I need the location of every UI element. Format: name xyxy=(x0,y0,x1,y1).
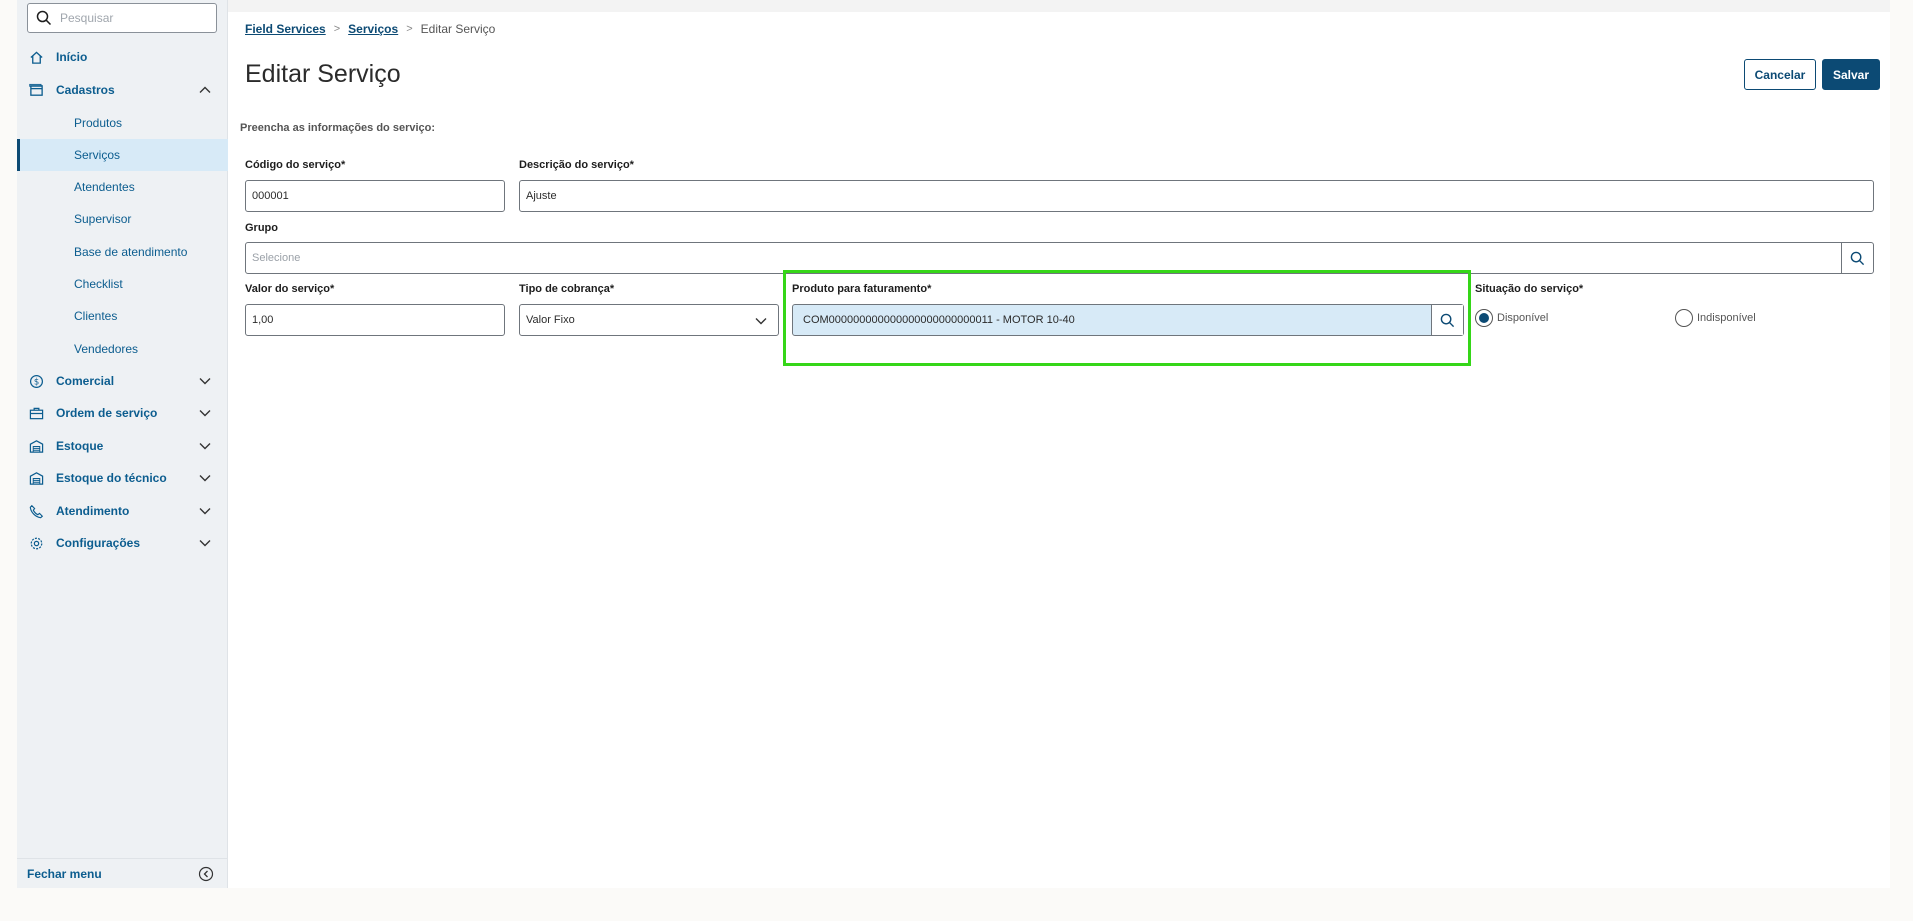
sidebar-item-inicio[interactable]: Início xyxy=(17,42,228,72)
grupo-input[interactable] xyxy=(252,252,1873,264)
page-title: Editar Serviço xyxy=(245,60,401,88)
sidebar-subitem-label: Serviços xyxy=(74,148,121,162)
sidebar-item-label: Estoque do técnico xyxy=(56,471,167,485)
codigo-field[interactable] xyxy=(245,180,505,212)
chevron-down-icon xyxy=(198,439,212,453)
valor-input[interactable] xyxy=(252,314,504,326)
top-strip xyxy=(228,0,1890,12)
sidebar-subitem-clientes[interactable]: Clientes xyxy=(17,300,228,332)
breadcrumb-servicos[interactable]: Serviços xyxy=(348,22,398,36)
sidebar-subitem-label: Base de atendimento xyxy=(74,245,188,259)
produto-input[interactable] xyxy=(803,314,1463,326)
home-icon xyxy=(28,49,44,65)
warehouse-icon xyxy=(28,470,44,486)
sidebar-item-atendimento[interactable]: Atendimento xyxy=(17,496,228,526)
sidebar-subitem-label: Checklist xyxy=(74,277,123,291)
sidebar-item-label: Início xyxy=(56,50,88,64)
descricao-input[interactable] xyxy=(526,190,1873,202)
search-input[interactable] xyxy=(60,11,200,25)
grupo-lookup-button[interactable] xyxy=(1841,243,1873,273)
sidebar-item-label: Comercial xyxy=(56,374,115,388)
codigo-input[interactable] xyxy=(252,190,504,202)
save-button[interactable]: Salvar xyxy=(1822,59,1880,90)
chevron-down-icon xyxy=(755,318,767,325)
window-icon xyxy=(28,82,44,98)
descricao-label: Descrição do serviço* xyxy=(519,159,634,171)
radio-circle-unchecked xyxy=(1675,309,1693,327)
collapse-left-icon xyxy=(198,866,214,882)
sidebar-item-label: Ordem de serviço xyxy=(56,406,158,420)
briefcase-icon xyxy=(28,405,44,421)
tipo-selected-value: Valor Fixo xyxy=(526,314,575,326)
svg-text:$: $ xyxy=(33,376,38,386)
main-content: Field Services > Serviços > Editar Servi… xyxy=(228,12,1890,888)
breadcrumb: Field Services > Serviços > Editar Servi… xyxy=(245,22,495,36)
descricao-field[interactable] xyxy=(519,180,1874,212)
grupo-label: Grupo xyxy=(245,222,278,234)
dollar-circle-icon: $ xyxy=(28,373,44,389)
sidebar-subitem-atendentes[interactable]: Atendentes xyxy=(17,171,228,203)
sidebar-subitem-supervisor[interactable]: Supervisor xyxy=(17,203,228,235)
chevron-down-icon xyxy=(198,504,212,518)
sidebar: Início Cadastros Produtos Serviços Atend… xyxy=(17,0,228,888)
chevron-up-icon xyxy=(198,83,212,97)
sidebar-item-cadastros[interactable]: Cadastros xyxy=(17,75,228,105)
radio-circle-checked xyxy=(1475,309,1493,327)
valor-label: Valor do serviço* xyxy=(245,283,335,295)
codigo-label: Código do serviço* xyxy=(245,159,346,171)
sidebar-item-ordem-servico[interactable]: Ordem de serviço xyxy=(17,398,228,428)
sidebar-subitem-checklist[interactable]: Checklist xyxy=(17,268,228,300)
gear-icon xyxy=(28,535,44,551)
produto-field[interactable] xyxy=(792,304,1464,336)
sidebar-item-label: Cadastros xyxy=(56,83,115,97)
sidebar-subitem-label: Clientes xyxy=(74,309,118,323)
sidebar-subitem-produtos[interactable]: Produtos xyxy=(17,107,228,139)
valor-field[interactable] xyxy=(245,304,505,336)
cancel-button[interactable]: Cancelar xyxy=(1744,59,1816,90)
close-menu-button[interactable]: Fechar menu xyxy=(17,858,228,888)
sidebar-subitem-servicos[interactable]: Serviços xyxy=(17,139,228,171)
tipo-select[interactable]: Valor Fixo xyxy=(519,304,779,336)
sidebar-item-configuracoes[interactable]: Configurações xyxy=(17,528,228,558)
search-icon xyxy=(1440,313,1455,327)
sidebar-item-estoque[interactable]: Estoque xyxy=(17,431,228,461)
sidebar-item-comercial[interactable]: $ Comercial xyxy=(17,366,228,396)
breadcrumb-separator-icon: > xyxy=(333,23,341,35)
warehouse-icon xyxy=(28,438,44,454)
sidebar-subitem-vendedores[interactable]: Vendedores xyxy=(17,333,228,365)
phone-icon xyxy=(28,503,44,519)
radio-label: Disponível xyxy=(1497,312,1549,324)
sidebar-item-estoque-tecnico[interactable]: Estoque do técnico xyxy=(17,463,228,493)
sidebar-subitem-label: Produtos xyxy=(74,116,123,130)
close-menu-label: Fechar menu xyxy=(27,866,102,881)
sidebar-item-label: Configurações xyxy=(56,536,141,550)
form-instructions: Preencha as informações do serviço: xyxy=(240,122,436,134)
sidebar-subitem-label: Atendentes xyxy=(74,180,135,194)
search-icon xyxy=(1850,251,1865,265)
radio-label: Indisponível xyxy=(1697,312,1756,324)
sidebar-item-label: Estoque xyxy=(56,439,104,453)
breadcrumb-field-services[interactable]: Field Services xyxy=(245,22,326,36)
search-box[interactable] xyxy=(27,3,217,33)
sidebar-subitem-base-atendimento[interactable]: Base de atendimento xyxy=(17,236,228,268)
radio-indisponivel[interactable]: Indisponível xyxy=(1675,309,1756,327)
produto-label: Produto para faturamento* xyxy=(792,283,932,295)
chevron-down-icon xyxy=(198,374,212,388)
breadcrumb-current: Editar Serviço xyxy=(420,22,496,36)
chevron-down-icon xyxy=(198,406,212,420)
chevron-down-icon xyxy=(198,536,212,550)
tipo-label: Tipo de cobrança* xyxy=(519,283,615,295)
sidebar-subitem-label: Supervisor xyxy=(74,212,132,226)
produto-lookup-button[interactable] xyxy=(1431,305,1463,335)
sidebar-subitem-label: Vendedores xyxy=(74,342,139,356)
search-icon xyxy=(36,10,52,26)
situacao-label: Situação do serviço* xyxy=(1475,283,1584,295)
sidebar-item-label: Atendimento xyxy=(56,504,130,518)
breadcrumb-separator-icon: > xyxy=(406,23,413,35)
radio-disponivel[interactable]: Disponível xyxy=(1475,309,1548,327)
chevron-down-icon xyxy=(198,471,212,485)
